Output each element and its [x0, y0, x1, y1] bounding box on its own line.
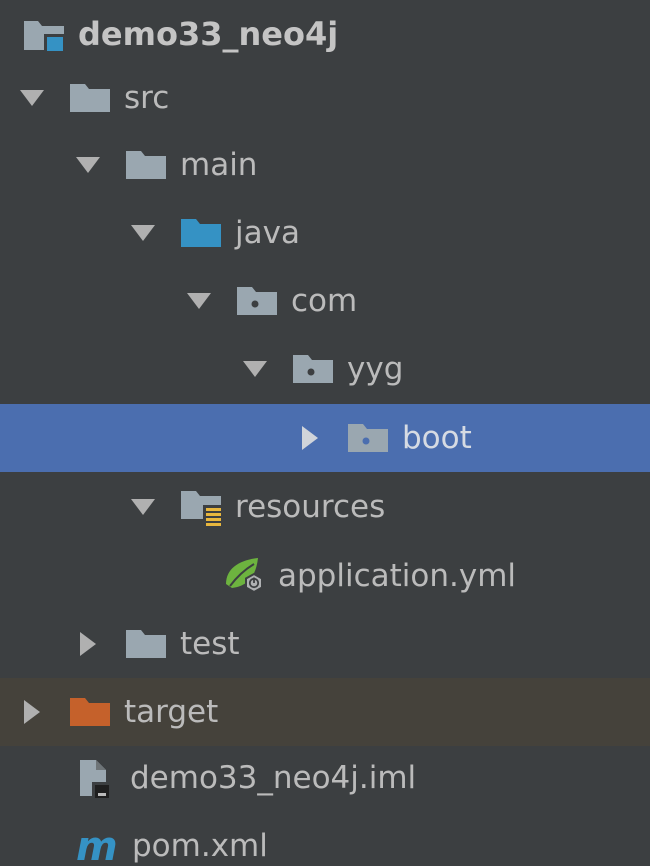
tree-item-label: com [291, 283, 358, 319]
source-root-folder-icon [179, 213, 225, 253]
chevron-down-icon[interactable] [125, 489, 161, 525]
tree-item-label: pom.xml [132, 828, 268, 864]
tree-item-label: boot [402, 420, 472, 456]
tree-item-label: resources [235, 489, 386, 525]
chevron-right-icon[interactable] [70, 626, 106, 662]
package-icon [346, 418, 392, 458]
project-module-icon [22, 14, 68, 54]
root-label: demo33_neo4j [78, 15, 339, 53]
tree-item-target[interactable]: target [0, 678, 650, 746]
excluded-folder-icon [68, 692, 114, 732]
chevron-down-icon[interactable] [70, 147, 106, 183]
folder-icon [124, 624, 170, 664]
tree-item-label: java [235, 215, 300, 251]
tree-item-resources[interactable]: resources [0, 473, 650, 541]
chevron-down-icon[interactable] [125, 215, 161, 251]
tree-item-com[interactable]: com [0, 267, 650, 335]
chevron-down-icon[interactable] [181, 283, 217, 319]
tree-root-demo33-neo4j[interactable]: demo33_neo4j [0, 0, 650, 68]
chevron-right-icon[interactable] [292, 420, 328, 456]
package-icon [235, 281, 281, 321]
folder-icon [68, 78, 114, 118]
tree-item-label: application.yml [278, 558, 517, 594]
svg-text:m: m [76, 826, 118, 866]
tree-item-boot[interactable]: boot [0, 404, 650, 472]
tree-item-label: yyg [347, 351, 404, 387]
tree-item-src[interactable]: src [0, 64, 650, 132]
tree-item-application-yml[interactable]: application.yml [0, 542, 650, 610]
tree-item-pom-xml[interactable]: m pom.xml [0, 812, 650, 866]
tree-item-iml-file[interactable]: demo33_neo4j.iml [0, 744, 650, 812]
tree-item-label: test [180, 626, 240, 662]
tree-item-label: target [124, 694, 219, 730]
chevron-right-icon[interactable] [14, 694, 50, 730]
tree-item-label: demo33_neo4j.iml [130, 760, 417, 796]
tree-item-label: src [124, 80, 170, 116]
tree-item-test[interactable]: test [0, 610, 650, 678]
chevron-down-icon[interactable] [237, 351, 273, 387]
project-tree: demo33_neo4j src main java com yyg boot … [0, 0, 650, 866]
tree-item-java[interactable]: java [0, 199, 650, 267]
resources-root-folder-icon [179, 487, 225, 527]
folder-icon [124, 145, 170, 185]
tree-item-label: main [180, 147, 258, 183]
tree-item-main[interactable]: main [0, 131, 650, 199]
tree-item-yyg[interactable]: yyg [0, 335, 650, 403]
maven-icon: m [74, 826, 122, 866]
package-icon [291, 349, 337, 389]
iml-file-icon [74, 758, 120, 800]
spring-boot-config-icon [222, 556, 268, 596]
chevron-down-icon[interactable] [14, 80, 50, 116]
